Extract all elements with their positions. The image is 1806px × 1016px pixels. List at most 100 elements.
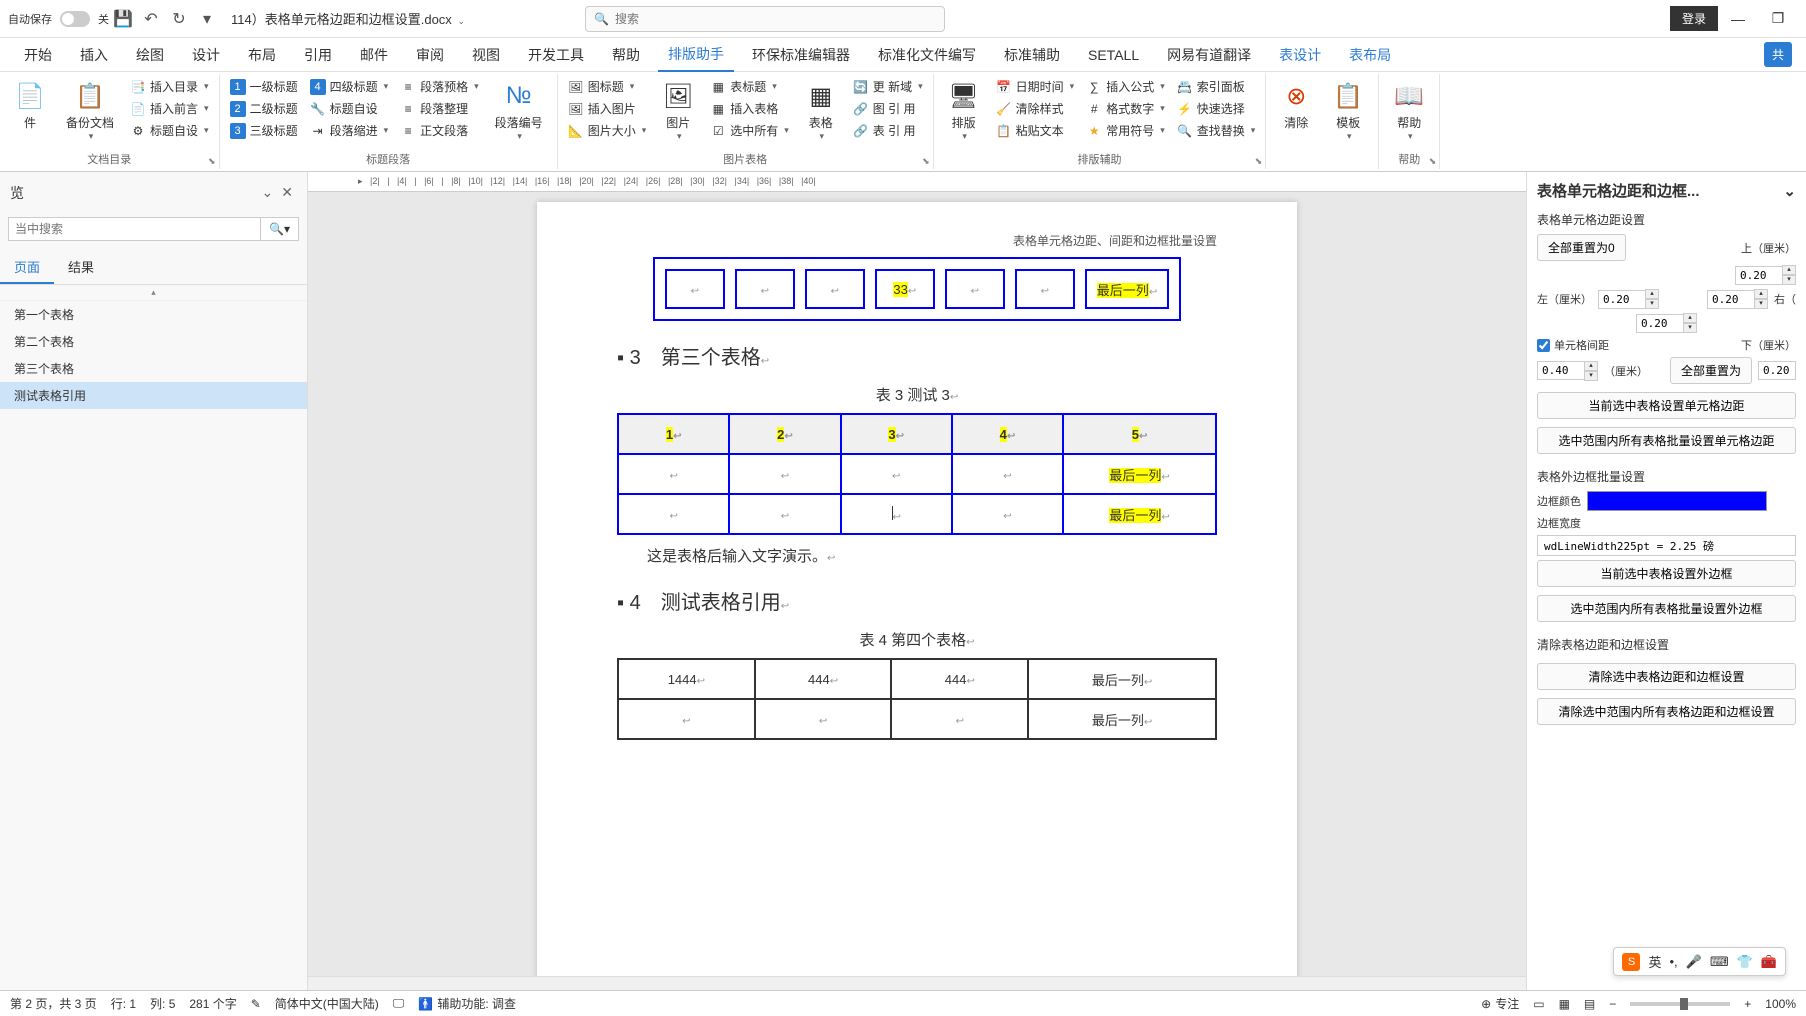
sb-view-read-icon[interactable]: ▭ — [1533, 997, 1544, 1011]
table-header[interactable]: 2↩ — [729, 414, 840, 454]
ime-skin-icon[interactable]: 👕 — [1737, 954, 1753, 970]
table-cell[interactable]: 444↩ — [891, 659, 1028, 699]
table-ref-button[interactable]: 🔗表 引 用 — [849, 120, 927, 141]
para-number-button[interactable]: №段落编号▾ — [487, 76, 551, 149]
heading1-button[interactable]: 1一级标题 — [226, 76, 302, 97]
launcher-icon[interactable]: ⬊ — [208, 156, 216, 167]
sb-zoom-value[interactable]: 100% — [1765, 997, 1796, 1011]
nav-item[interactable]: 测试表格引用 — [0, 382, 307, 409]
ime-toolbar[interactable]: S 英 •, 🎤 ⌨ 👕 🧰 — [1613, 947, 1786, 976]
nav-item[interactable]: 第一个表格 — [0, 301, 307, 328]
table-1[interactable]: ↩ ↩ ↩ 33↩ ↩ ↩ 最后一列↩ — [653, 257, 1181, 321]
update-field-button[interactable]: 🔄更 新域▾ — [849, 76, 927, 97]
sb-view-print-icon[interactable]: ▦ — [1559, 997, 1570, 1011]
ime-keyboard-icon[interactable]: ⌨ — [1710, 954, 1729, 970]
tab-design[interactable]: 设计 — [182, 39, 230, 71]
table-cell[interactable]: ↩ — [805, 269, 865, 309]
cell-spacing-checkbox[interactable]: 单元格间距 — [1537, 337, 1609, 353]
tab-youdao[interactable]: 网易有道翻译 — [1157, 39, 1261, 71]
nav-dropdown-icon[interactable]: ⌄ — [258, 180, 278, 205]
datetime-button[interactable]: 📅日期时间▾ — [992, 76, 1079, 97]
tab-typeset-helper[interactable]: 排版助手 — [658, 38, 734, 72]
table-cell[interactable]: ↩ — [952, 454, 1063, 494]
table-cell[interactable]: ↩ — [618, 494, 729, 534]
layout-button[interactable]: 🖥排版▾ — [940, 76, 988, 149]
tab-help[interactable]: 帮助 — [602, 39, 650, 71]
paste-text-button[interactable]: 📋粘贴文本 — [992, 120, 1079, 141]
tab-layout[interactable]: 布局 — [238, 39, 286, 71]
clear-current-button[interactable]: 清除选中表格边距和边框设置 — [1537, 663, 1796, 690]
set-current-table-margin-button[interactable]: 当前选中表格设置单元格边距 — [1537, 392, 1796, 419]
reset-all-button[interactable]: 全部重置为 — [1670, 357, 1752, 384]
table-cell[interactable]: ↩ — [729, 494, 840, 534]
table-header[interactable]: 4↩ — [952, 414, 1063, 454]
nav-tab-pages[interactable]: 页面 — [0, 251, 54, 284]
table-caption-3[interactable]: 表 3 测试 3↩ — [617, 384, 1217, 405]
template-button[interactable]: 📋模板▾ — [1324, 76, 1372, 153]
table-caption-4[interactable]: 表 4 第四个表格↩ — [617, 629, 1217, 650]
insert-preface-button[interactable]: 📄插入前言▾ — [126, 98, 213, 119]
tab-references[interactable]: 引用 — [294, 39, 342, 71]
launcher-icon[interactable]: ⬊ — [1429, 156, 1437, 167]
sb-zoom-slider[interactable] — [1630, 1002, 1730, 1006]
tab-env-editor[interactable]: 环保标准编辑器 — [742, 39, 860, 71]
table-button[interactable]: ▦表格▾ — [797, 76, 845, 149]
file-button[interactable]: 📄件 — [6, 76, 54, 149]
table-4[interactable]: 1444↩ 444↩ 444↩ 最后一列↩ ↩ ↩ ↩ 最后一列↩ — [617, 658, 1217, 740]
table-header[interactable]: 1↩ — [618, 414, 729, 454]
tab-review[interactable]: 审阅 — [406, 39, 454, 71]
undo-icon[interactable]: ↶ — [137, 5, 165, 33]
table-caption-button[interactable]: ▦表标题▾ — [706, 76, 793, 97]
restore-icon[interactable]: ❐ — [1758, 4, 1798, 34]
horizontal-ruler[interactable]: ▸ |2| | |4| | |6| | |8| |10| |12| |14| |… — [308, 172, 1526, 192]
tab-view[interactable]: 视图 — [462, 39, 510, 71]
table-cell[interactable]: 最后一列↩ — [1063, 494, 1216, 534]
minimize-icon[interactable]: — — [1718, 4, 1758, 34]
insert-toc-button[interactable]: 📑插入目录▾ — [126, 76, 213, 97]
sb-zoom-out-icon[interactable]: − — [1609, 997, 1616, 1011]
tab-setall[interactable]: SETALL — [1078, 41, 1149, 69]
tab-standard-assist[interactable]: 标准辅助 — [994, 39, 1070, 71]
picture-size-button[interactable]: 📐图片大小▾ — [564, 120, 651, 141]
para-preformat-button[interactable]: ≡段落预格▾ — [396, 76, 483, 97]
tab-mailings[interactable]: 邮件 — [350, 39, 398, 71]
table-cell[interactable]: 最后一列↩ — [1028, 699, 1216, 739]
share-button[interactable]: 共 — [1764, 42, 1792, 67]
nav-item[interactable]: 第三个表格 — [0, 355, 307, 382]
launcher-icon[interactable]: ⬊ — [1255, 156, 1263, 167]
tab-devtools[interactable]: 开发工具 — [518, 39, 594, 71]
sb-accessibility[interactable]: 🚹 辅助功能: 调查 — [418, 995, 516, 1012]
table-3[interactable]: 1↩ 2↩ 3↩ 4↩ 5↩ ↩ ↩ ↩ ↩ 最后一列↩ ↩ — [617, 413, 1217, 535]
body-para-button[interactable]: ≡正文段落 — [396, 120, 483, 141]
sb-display-icon[interactable]: 🖵 — [393, 996, 405, 1011]
sb-line[interactable]: 行: 1 — [111, 995, 136, 1012]
index-panel-button[interactable]: 📇索引面板 — [1173, 76, 1260, 97]
set-range-border-button[interactable]: 选中范围内所有表格批量设置外边框 — [1537, 595, 1796, 622]
table-cell[interactable]: 444↩ — [755, 659, 892, 699]
find-replace-button[interactable]: 🔍查找替换▾ — [1173, 120, 1260, 141]
sb-language[interactable]: 简体中文(中国大陆) — [275, 995, 379, 1012]
table-cell[interactable]: 最后一列↩ — [1063, 454, 1216, 494]
tab-home[interactable]: 开始 — [14, 39, 62, 71]
help-button[interactable]: 📖帮助▾ — [1385, 76, 1433, 149]
nav-close-icon[interactable]: ✕ — [277, 180, 297, 205]
sb-proof-icon[interactable]: ✎ — [251, 997, 261, 1011]
tab-insert[interactable]: 插入 — [70, 39, 118, 71]
qat-dropdown-icon[interactable]: ▾ — [193, 5, 221, 33]
table-cell[interactable]: ↩ — [1015, 269, 1075, 309]
bottom-margin-stepper[interactable]: ▴▾ — [1636, 313, 1697, 333]
insert-table-button[interactable]: ▦插入表格 — [706, 98, 793, 119]
table-cell[interactable]: ↩ — [729, 454, 840, 494]
sb-zoom-in-icon[interactable]: + — [1744, 997, 1751, 1011]
sogou-icon[interactable]: S — [1622, 953, 1640, 971]
search-box[interactable]: 🔍 — [585, 6, 945, 32]
set-range-table-margin-button[interactable]: 选中范围内所有表格批量设置单元格边距 — [1537, 427, 1796, 454]
common-symbol-button[interactable]: ★常用符号▾ — [1082, 120, 1169, 141]
para-indent-button[interactable]: ⇥段落缩进▾ — [306, 120, 393, 141]
sb-page[interactable]: 第 2 页，共 3 页 — [10, 995, 97, 1012]
set-current-border-button[interactable]: 当前选中表格设置外边框 — [1537, 560, 1796, 587]
launcher-icon[interactable]: ⬊ — [922, 156, 930, 167]
border-width-select[interactable] — [1537, 535, 1796, 556]
toggle-switch[interactable] — [60, 11, 90, 27]
ime-punct-icon[interactable]: •, — [1670, 954, 1678, 969]
